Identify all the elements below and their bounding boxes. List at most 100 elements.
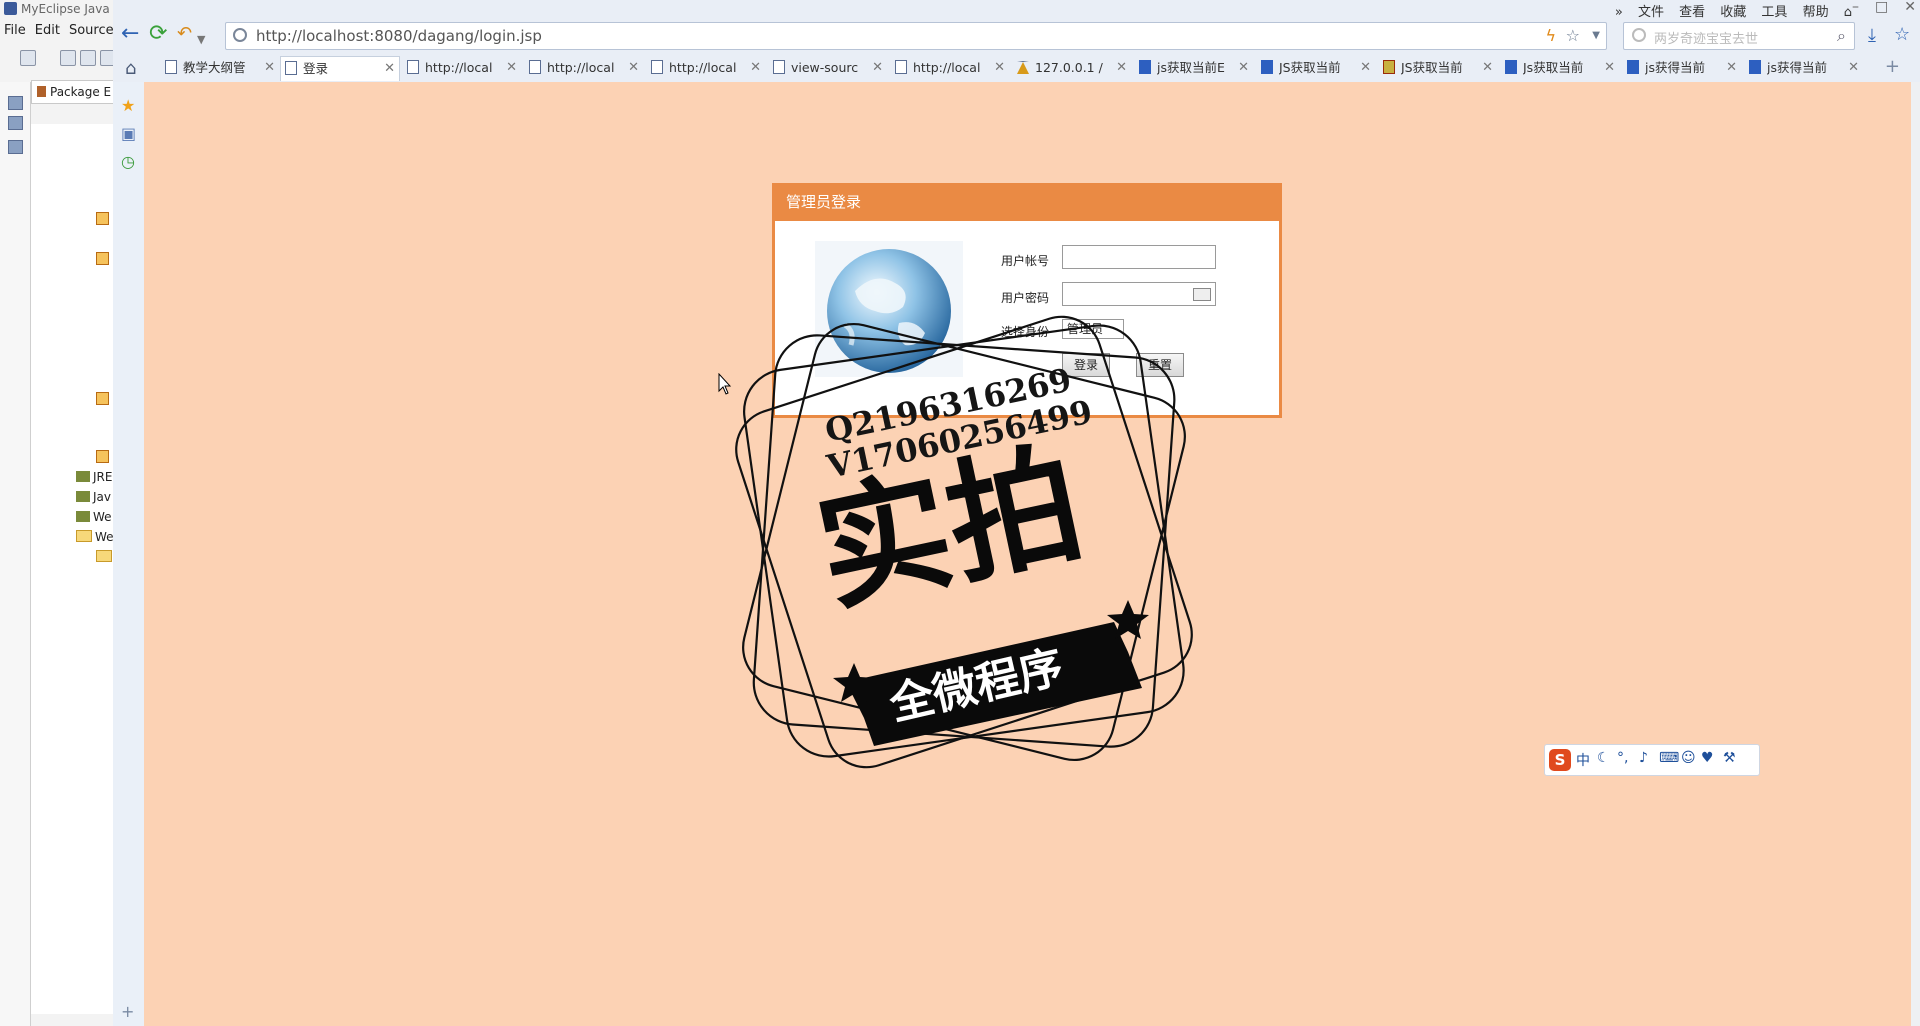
tab-close-icon[interactable]: ✕ — [1482, 56, 1493, 80]
tree-item[interactable]: Jav — [76, 490, 111, 504]
star-icon[interactable]: ☆ — [1566, 26, 1580, 45]
tab-close-icon[interactable]: ✕ — [506, 56, 517, 80]
password-input[interactable] — [1062, 282, 1216, 306]
tab[interactable]: JS获取当前 ✕ — [1257, 56, 1375, 80]
tab[interactable]: http://local ✕ — [891, 56, 1009, 80]
eclipse-menu-file[interactable]: File — [4, 23, 26, 38]
address-bar[interactable]: http://localhost:8080/dagang/login.jsp ϟ… — [225, 22, 1607, 50]
tab[interactable]: http://local ✕ — [647, 56, 765, 80]
tab-label: view-sourc — [791, 60, 859, 75]
eclipse-menu-source[interactable]: Source — [69, 23, 114, 38]
menu-view[interactable]: 查看 — [1679, 5, 1705, 20]
tab[interactable]: view-sourc ✕ — [769, 56, 887, 80]
tab-close-icon[interactable]: ✕ — [1116, 56, 1127, 80]
tab-close-icon[interactable]: ✕ — [1360, 56, 1371, 80]
tab-close-icon[interactable]: ✕ — [628, 56, 639, 80]
tab[interactable]: JS获取当前 ✕ — [1379, 56, 1497, 80]
tab-close-icon[interactable]: ✕ — [994, 56, 1005, 80]
tab-close-icon[interactable]: ✕ — [872, 56, 883, 80]
tab[interactable]: js获得当前 ✕ — [1623, 56, 1741, 80]
sidebar-add-icon[interactable]: + — [121, 1002, 134, 1021]
chevron-down-icon[interactable]: ▼ — [197, 28, 205, 52]
search-engine-icon[interactable] — [1632, 28, 1646, 42]
tab[interactable]: 教学大纲管 ✕ — [161, 56, 279, 80]
package-icon[interactable] — [96, 212, 109, 225]
back-icon[interactable]: ← — [121, 22, 139, 46]
search-box[interactable]: 两岁奇迹宝宝去世 ⌕ — [1623, 22, 1855, 50]
wrench-icon[interactable]: ⚒ — [1723, 750, 1736, 766]
minimize-icon[interactable]: – — [1852, 0, 1859, 15]
tab-active[interactable]: 登录 ✕ — [280, 56, 400, 81]
menu-tools[interactable]: 工具 — [1761, 5, 1787, 20]
tab-close-icon[interactable]: ✕ — [1726, 56, 1737, 80]
reset-button[interactable]: 重置 — [1136, 353, 1184, 377]
menu-help[interactable]: 帮助 — [1803, 5, 1829, 20]
package-icon[interactable] — [96, 450, 109, 463]
tab[interactable]: http://local ✕ — [525, 56, 643, 80]
address-url[interactable]: http://localhost:8080/dagang/login.jsp — [256, 27, 542, 45]
username-input[interactable] — [1062, 245, 1216, 269]
login-body: 用户帐号 用户密码 选择身份 管理员 登录 重置 — [772, 221, 1282, 418]
home-icon[interactable]: ⌂ — [125, 58, 136, 79]
tab[interactable]: Js获取当前 ✕ — [1501, 56, 1619, 80]
download-icon[interactable]: ⤓ — [1868, 24, 1876, 48]
favorites-star-icon[interactable]: ☆ — [1894, 23, 1910, 47]
save-all-icon[interactable] — [80, 50, 96, 66]
tree-item[interactable]: JRE — [76, 470, 112, 484]
search-icon[interactable]: ⌕ — [1837, 26, 1846, 46]
s-icon — [1505, 60, 1517, 74]
double-chevron-icon[interactable]: » — [1615, 5, 1623, 20]
chevron-down-icon[interactable]: ▼ — [1592, 30, 1600, 41]
maximize-icon[interactable]: □ — [1875, 0, 1888, 15]
save-icon[interactable] — [60, 50, 76, 66]
tab[interactable]: js获取当前E ✕ — [1135, 56, 1253, 80]
package-icon[interactable] — [96, 252, 109, 265]
menu-file[interactable]: 文件 — [1638, 5, 1664, 20]
tab[interactable]: js获得当前 ✕ — [1745, 56, 1863, 80]
eclipse-menu-edit[interactable]: Edit — [35, 23, 60, 38]
new-tab-icon[interactable]: + — [1885, 56, 1900, 77]
user-icon[interactable]: ☺ — [1681, 750, 1696, 766]
sogou-logo-icon[interactable]: S — [1549, 749, 1571, 771]
tab-close-icon[interactable]: ✕ — [264, 56, 275, 80]
ime-mode[interactable]: 中 — [1576, 750, 1590, 770]
favorites-icon[interactable]: ★ — [121, 96, 135, 115]
lightning-icon[interactable]: ϟ — [1545, 26, 1556, 45]
reading-icon[interactable]: ▣ — [121, 124, 136, 143]
microphone-icon[interactable]: ♪ — [1639, 750, 1648, 766]
undo-close-icon[interactable]: ↶ — [177, 22, 192, 46]
punctuation-icon[interactable]: °, — [1617, 750, 1628, 766]
outline-view-icon[interactable] — [8, 140, 23, 154]
new-icon[interactable] — [20, 50, 36, 66]
restore-view-icon[interactable] — [8, 96, 23, 110]
eclipse-window: MyEclipse Java File Edit Source Package E … — [0, 0, 116, 1026]
image-view-icon[interactable] — [8, 116, 23, 130]
keyboard-icon[interactable]: ⌨ — [1659, 750, 1679, 766]
tree-item[interactable]: We — [76, 530, 114, 544]
tab-close-icon[interactable]: ✕ — [1848, 56, 1859, 80]
eclipse-menubar: File Edit Source — [4, 23, 123, 38]
tab-label: js获得当前 — [1645, 60, 1705, 75]
scrollbar[interactable] — [1911, 82, 1920, 1026]
menu-favorites[interactable]: 收藏 — [1720, 5, 1746, 20]
package-explorer-tab[interactable]: Package E — [31, 80, 115, 104]
tab[interactable]: http://local ✕ — [403, 56, 521, 80]
keyboard-icon[interactable] — [1193, 288, 1211, 301]
tab-close-icon[interactable]: ✕ — [750, 56, 761, 80]
skin-icon[interactable]: ♥ — [1701, 750, 1714, 766]
login-button[interactable]: 登录 — [1062, 353, 1110, 377]
refresh-icon[interactable]: ⟳ — [149, 22, 167, 46]
navigation-bar: ← ⟳ ↶ ▼ http://localhost:8080/dagang/log… — [113, 20, 1920, 50]
tab-close-icon[interactable]: ✕ — [1238, 56, 1249, 80]
package-icon[interactable] — [96, 392, 109, 405]
history-icon[interactable]: ◷ — [121, 152, 135, 171]
role-select[interactable]: 管理员 — [1062, 319, 1124, 339]
close-icon[interactable]: ✕ — [1904, 0, 1916, 15]
page-icon — [895, 60, 907, 74]
tab-close-icon[interactable]: ✕ — [1604, 56, 1615, 80]
s-icon — [1261, 60, 1273, 74]
moon-icon[interactable]: ☾ — [1597, 750, 1610, 766]
tab-close-icon[interactable]: ✕ — [384, 57, 395, 81]
tab[interactable]: 127.0.0.1 / ✕ — [1013, 56, 1131, 80]
tree-item[interactable]: We — [76, 510, 112, 524]
